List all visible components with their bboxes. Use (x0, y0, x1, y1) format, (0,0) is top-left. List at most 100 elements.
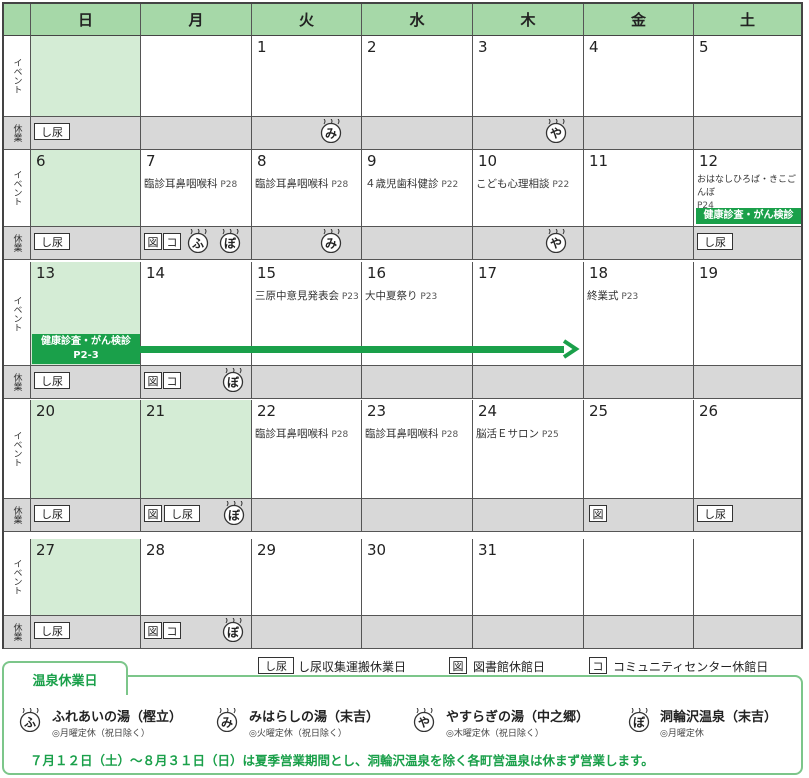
svg-text:み: み (325, 237, 337, 251)
onsen-title: 温泉休業日 (2, 661, 128, 695)
event-text: 臨診耳鼻咽喉科 P28 (144, 176, 237, 191)
kyu-cell-wed (362, 616, 473, 649)
kyu-cell-sun: し尿 (31, 616, 141, 649)
day-cell-mon (141, 36, 252, 117)
svg-text:み: み (221, 716, 233, 730)
onsen-note-dowa: ◎月曜定休 (660, 729, 704, 739)
day-number: 1 (257, 38, 267, 56)
library-marker: 図 (144, 372, 162, 389)
day-number: 28 (146, 541, 166, 559)
community-marker: コ (163, 372, 181, 389)
library-marker: 図 (144, 622, 162, 639)
kyu-cell-tue: み (252, 227, 362, 260)
kyu-cell-wed (362, 117, 473, 150)
event-row-label: イベント (4, 400, 31, 499)
day-cell-fri: 4 (584, 36, 694, 117)
library-marker: 図 (589, 505, 607, 522)
svg-text:ふ: ふ (24, 716, 36, 730)
day-cell-sat (694, 539, 801, 616)
mihara-icon: み (216, 708, 238, 732)
day-cell-tue: 1 (252, 36, 362, 117)
day-cell-sat: 5 (694, 36, 801, 117)
event-title: 臨診耳鼻咽喉科 (255, 178, 329, 190)
shinyo-marker: し尿 (34, 372, 70, 389)
shinyo-marker: し尿 (34, 505, 70, 522)
day-cell-wed: 30 (362, 539, 473, 616)
event-text: 脳活Ｅサロン P25 (476, 426, 559, 441)
event-text: 臨診耳鼻咽喉科 P28 (365, 426, 458, 441)
kenshin-bar-page: P2-3 (73, 350, 99, 361)
event-page: P22 (549, 180, 570, 190)
kyu-cell-tue (252, 366, 362, 399)
day-number: 2 (367, 38, 377, 56)
day-number: 3 (478, 38, 488, 56)
day-cell-thu: 24 脳活Ｅサロン P25 (473, 400, 584, 499)
library-marker: 図 (144, 505, 162, 522)
kyu-cell-fri (584, 117, 694, 150)
kenshin-arrow-line (140, 346, 564, 353)
day-cell-wed: 23 臨診耳鼻咽喉科 P28 (362, 400, 473, 499)
onsen-name-yasuragi: やすらぎの湯（中之郷） (446, 710, 590, 725)
day-cell-sun (31, 36, 141, 117)
legend-community-label: コミュニティセンター休館日 (613, 660, 769, 674)
day-cell-sun: 6 (31, 150, 141, 227)
event-text: 終業式 P23 (587, 288, 638, 303)
day-number: 31 (478, 541, 498, 559)
event-page: P28 (438, 430, 459, 440)
day-number: 8 (257, 152, 267, 170)
kyu-cell-wed (362, 366, 473, 399)
day-number: 21 (146, 402, 166, 420)
kyu-cell-sun: し尿 (31, 499, 141, 532)
event-row-label: イベント (4, 36, 31, 117)
onsen-note-mihara: ◎火曜定休（祝日除く） (249, 729, 347, 739)
weekday-sat: 土 (694, 4, 801, 36)
day-cell-sat: 26 (694, 400, 801, 499)
svg-text:や: や (550, 127, 562, 141)
kenshin-bar-sat: 健康診査・がん検診 (696, 208, 801, 224)
event-text: 臨診耳鼻咽喉科 P28 (255, 176, 348, 191)
kyu-cell-fri: 図 (584, 499, 694, 532)
day-cell-fri: 11 (584, 150, 694, 227)
day-number: 18 (589, 264, 609, 282)
dowa-icon: ぼ (219, 617, 247, 643)
kenshin-bar-title: 健康診査・がん検診 (41, 336, 131, 347)
kyu-row-label: 休業 (4, 616, 31, 649)
day-number: 26 (699, 402, 719, 420)
day-number: 16 (367, 264, 387, 282)
svg-text:ぼ: ぼ (224, 237, 237, 251)
kyu-cell-fri (584, 366, 694, 399)
day-cell-thu: 3 (473, 36, 584, 117)
day-cell-sat: 19 (694, 262, 801, 366)
svg-text:み: み (325, 127, 337, 141)
day-number: 5 (699, 38, 709, 56)
kenshin-arrow-head (562, 339, 580, 359)
event-page: P28 (217, 180, 238, 190)
svg-text:ぼ: ぼ (228, 509, 241, 523)
svg-text:ぼ: ぼ (227, 376, 240, 390)
kyu-row-label: 休業 (4, 227, 31, 260)
kyu-cell-thu: や (473, 117, 584, 150)
onsen-note-fureai: ◎月曜定休（祝日除く） (52, 729, 150, 739)
weekday-mon: 月 (141, 4, 252, 36)
shinyo-marker: し尿 (164, 505, 200, 522)
kyu-cell-sun: し尿 (31, 227, 141, 260)
kyu-cell-mon (141, 117, 252, 150)
dowa-icon: ぼ (219, 367, 247, 393)
kenshin-bar-sun: 健康診査・がん検診 P2-3 (32, 334, 140, 364)
event-title: こども心理相談 (476, 178, 550, 190)
day-cell-fri: 18 終業式 P23 (584, 262, 694, 366)
svg-text:ぼ: ぼ (227, 626, 240, 640)
library-marker: 図 (144, 233, 162, 250)
kyu-cell-thu (473, 366, 584, 399)
dowa-icon: ぼ (216, 228, 244, 254)
kyu-cell-sat: し尿 (694, 227, 801, 260)
event-row-label: イベント (4, 539, 31, 616)
day-number: 12 (699, 152, 719, 170)
event-page: P25 (539, 430, 559, 440)
svg-text:や: や (550, 237, 562, 251)
yasuragi-icon: や (413, 708, 435, 732)
day-number: 24 (478, 402, 498, 420)
day-cell-mon: 21 (141, 400, 252, 499)
legend-library-box: 図 (449, 657, 467, 674)
day-cell-thu: 31 (473, 539, 584, 616)
